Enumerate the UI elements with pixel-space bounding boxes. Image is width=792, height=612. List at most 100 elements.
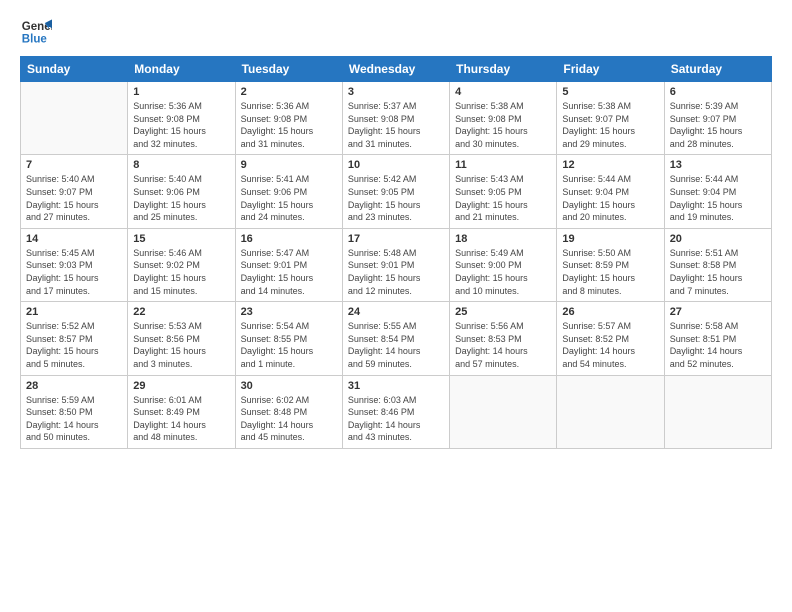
calendar-cell: 8Sunrise: 5:40 AM Sunset: 9:06 PM Daylig… xyxy=(128,155,235,228)
day-number: 14 xyxy=(26,233,122,245)
calendar-cell: 9Sunrise: 5:41 AM Sunset: 9:06 PM Daylig… xyxy=(235,155,342,228)
day-info: Sunrise: 5:43 AM Sunset: 9:05 PM Dayligh… xyxy=(455,173,551,223)
calendar-week-row: 14 Sunrise: 5:45 AM Sunset: 9:03 PM Dayli… xyxy=(21,228,772,301)
day-number: 15 xyxy=(133,233,229,245)
day-number: 27 xyxy=(670,306,766,318)
calendar-cell: 20Sunrise: 5:51 AM Sunset: 8:58 PM Dayli… xyxy=(664,228,771,301)
calendar-cell: 27 Sunrise: 5:58 AM Sunset: 8:51 PM Dayli… xyxy=(664,302,771,375)
calendar-weekday-wednesday: Wednesday xyxy=(342,57,449,82)
calendar-weekday-tuesday: Tuesday xyxy=(235,57,342,82)
calendar-cell: 26 Sunrise: 5:57 AM Sunset: 8:52 PM Dayli… xyxy=(557,302,664,375)
header: General Blue xyxy=(20,16,772,48)
day-info: Sunrise: 5:56 AM Sunset: 8:53 PM Dayligh… xyxy=(455,320,551,370)
day-info: Sunrise: 6:01 AM Sunset: 8:49 PM Dayligh… xyxy=(133,394,229,444)
calendar-weekday-sunday: Sunday xyxy=(21,57,128,82)
day-number: 21 xyxy=(26,306,122,318)
calendar-cell: 17 Sunrise: 5:48 AM Sunset: 9:01 PM Dayli… xyxy=(342,228,449,301)
calendar-header-row: SundayMondayTuesdayWednesdayThursdayFrid… xyxy=(21,57,772,82)
logo: General Blue xyxy=(20,16,52,48)
calendar-weekday-saturday: Saturday xyxy=(664,57,771,82)
calendar-week-row: 28 Sunrise: 5:59 AM Sunset: 8:50 PM Dayli… xyxy=(21,375,772,448)
day-number: 16 xyxy=(241,233,337,245)
day-number: 28 xyxy=(26,380,122,392)
calendar-cell xyxy=(450,375,557,448)
day-info: Sunrise: 5:49 AM Sunset: 9:00 PM Dayligh… xyxy=(455,247,551,297)
day-info: Sunrise: 5:42 AM Sunset: 9:05 PM Dayligh… xyxy=(348,173,444,223)
day-info: Sunrise: 5:58 AM Sunset: 8:51 PM Dayligh… xyxy=(670,320,766,370)
calendar-cell: 2 Sunrise: 5:36 AM Sunset: 9:08 PM Daylig… xyxy=(235,82,342,155)
day-number: 13 xyxy=(670,159,766,171)
calendar-cell: 23 Sunrise: 5:54 AM Sunset: 8:55 PM Dayli… xyxy=(235,302,342,375)
calendar-cell: 13 Sunrise: 5:44 AM Sunset: 9:04 PM Dayli… xyxy=(664,155,771,228)
day-info: Sunrise: 5:44 AM Sunset: 9:04 PM Dayligh… xyxy=(670,173,766,223)
day-info: Sunrise: 5:57 AM Sunset: 8:52 PM Dayligh… xyxy=(562,320,658,370)
day-info: Sunrise: 5:47 AM Sunset: 9:01 PM Dayligh… xyxy=(241,247,337,297)
day-info: Sunrise: 5:36 AM Sunset: 9:08 PM Dayligh… xyxy=(241,100,337,150)
svg-text:Blue: Blue xyxy=(22,34,48,46)
day-number: 1 xyxy=(133,86,229,98)
calendar-cell: 29 Sunrise: 6:01 AM Sunset: 8:49 PM Dayli… xyxy=(128,375,235,448)
calendar-weekday-friday: Friday xyxy=(557,57,664,82)
calendar-weekday-monday: Monday xyxy=(128,57,235,82)
calendar-cell xyxy=(557,375,664,448)
day-info: Sunrise: 6:03 AM Sunset: 8:46 PM Dayligh… xyxy=(348,394,444,444)
day-number: 18 xyxy=(455,233,551,245)
day-number: 25 xyxy=(455,306,551,318)
day-number: 4 xyxy=(455,86,551,98)
calendar-cell: 6Sunrise: 5:39 AM Sunset: 9:07 PM Daylig… xyxy=(664,82,771,155)
page: General Blue SundayMondayTuesdayWednesda… xyxy=(0,0,792,612)
calendar-cell: 21 Sunrise: 5:52 AM Sunset: 8:57 PM Dayli… xyxy=(21,302,128,375)
calendar-cell: 1 Sunrise: 5:36 AM Sunset: 9:08 PM Daylig… xyxy=(128,82,235,155)
day-info: Sunrise: 5:46 AM Sunset: 9:02 PM Dayligh… xyxy=(133,247,229,297)
calendar-cell: 5 Sunrise: 5:38 AM Sunset: 9:07 PM Daylig… xyxy=(557,82,664,155)
calendar-cell: 22 Sunrise: 5:53 AM Sunset: 8:56 PM Dayli… xyxy=(128,302,235,375)
day-info: Sunrise: 5:59 AM Sunset: 8:50 PM Dayligh… xyxy=(26,394,122,444)
day-info: Sunrise: 5:55 AM Sunset: 8:54 PM Dayligh… xyxy=(348,320,444,370)
day-info: Sunrise: 5:40 AM Sunset: 9:07 PM Dayligh… xyxy=(26,173,122,223)
day-number: 24 xyxy=(348,306,444,318)
calendar-cell: 4 Sunrise: 5:38 AM Sunset: 9:08 PM Daylig… xyxy=(450,82,557,155)
day-info: Sunrise: 5:51 AM Sunset: 8:58 PM Dayligh… xyxy=(670,247,766,297)
day-number: 10 xyxy=(348,159,444,171)
day-info: Sunrise: 5:52 AM Sunset: 8:57 PM Dayligh… xyxy=(26,320,122,370)
day-number: 26 xyxy=(562,306,658,318)
day-info: Sunrise: 5:44 AM Sunset: 9:04 PM Dayligh… xyxy=(562,173,658,223)
day-number: 2 xyxy=(241,86,337,98)
calendar-cell: 24 Sunrise: 5:55 AM Sunset: 8:54 PM Dayli… xyxy=(342,302,449,375)
calendar-cell: 31 Sunrise: 6:03 AM Sunset: 8:46 PM Dayli… xyxy=(342,375,449,448)
calendar-cell: 16 Sunrise: 5:47 AM Sunset: 9:01 PM Dayli… xyxy=(235,228,342,301)
day-info: Sunrise: 5:48 AM Sunset: 9:01 PM Dayligh… xyxy=(348,247,444,297)
calendar-cell: 14 Sunrise: 5:45 AM Sunset: 9:03 PM Dayli… xyxy=(21,228,128,301)
calendar-weekday-thursday: Thursday xyxy=(450,57,557,82)
day-info: Sunrise: 5:50 AM Sunset: 8:59 PM Dayligh… xyxy=(562,247,658,297)
calendar-cell: 30Sunrise: 6:02 AM Sunset: 8:48 PM Dayli… xyxy=(235,375,342,448)
calendar-cell: 18 Sunrise: 5:49 AM Sunset: 9:00 PM Dayli… xyxy=(450,228,557,301)
calendar-cell: 25 Sunrise: 5:56 AM Sunset: 8:53 PM Dayli… xyxy=(450,302,557,375)
calendar-cell: 11Sunrise: 5:43 AM Sunset: 9:05 PM Dayli… xyxy=(450,155,557,228)
calendar-cell xyxy=(21,82,128,155)
day-number: 29 xyxy=(133,380,229,392)
day-info: Sunrise: 5:45 AM Sunset: 9:03 PM Dayligh… xyxy=(26,247,122,297)
calendar-cell: 19Sunrise: 5:50 AM Sunset: 8:59 PM Dayli… xyxy=(557,228,664,301)
calendar-week-row: 1 Sunrise: 5:36 AM Sunset: 9:08 PM Daylig… xyxy=(21,82,772,155)
day-info: Sunrise: 5:41 AM Sunset: 9:06 PM Dayligh… xyxy=(241,173,337,223)
day-number: 22 xyxy=(133,306,229,318)
day-number: 17 xyxy=(348,233,444,245)
day-info: Sunrise: 5:38 AM Sunset: 9:08 PM Dayligh… xyxy=(455,100,551,150)
day-info: Sunrise: 5:53 AM Sunset: 8:56 PM Dayligh… xyxy=(133,320,229,370)
calendar-cell: 10 Sunrise: 5:42 AM Sunset: 9:05 PM Dayli… xyxy=(342,155,449,228)
day-number: 23 xyxy=(241,306,337,318)
calendar-week-row: 21 Sunrise: 5:52 AM Sunset: 8:57 PM Dayli… xyxy=(21,302,772,375)
day-info: Sunrise: 5:38 AM Sunset: 9:07 PM Dayligh… xyxy=(562,100,658,150)
calendar-week-row: 7Sunrise: 5:40 AM Sunset: 9:07 PM Daylig… xyxy=(21,155,772,228)
day-info: Sunrise: 5:54 AM Sunset: 8:55 PM Dayligh… xyxy=(241,320,337,370)
day-number: 5 xyxy=(562,86,658,98)
calendar-cell xyxy=(664,375,771,448)
calendar-cell: 28 Sunrise: 5:59 AM Sunset: 8:50 PM Dayli… xyxy=(21,375,128,448)
calendar-cell: 7Sunrise: 5:40 AM Sunset: 9:07 PM Daylig… xyxy=(21,155,128,228)
calendar-cell: 15 Sunrise: 5:46 AM Sunset: 9:02 PM Dayli… xyxy=(128,228,235,301)
calendar-cell: 12Sunrise: 5:44 AM Sunset: 9:04 PM Dayli… xyxy=(557,155,664,228)
logo-icon: General Blue xyxy=(20,16,52,48)
day-info: Sunrise: 5:36 AM Sunset: 9:08 PM Dayligh… xyxy=(133,100,229,150)
day-number: 31 xyxy=(348,380,444,392)
